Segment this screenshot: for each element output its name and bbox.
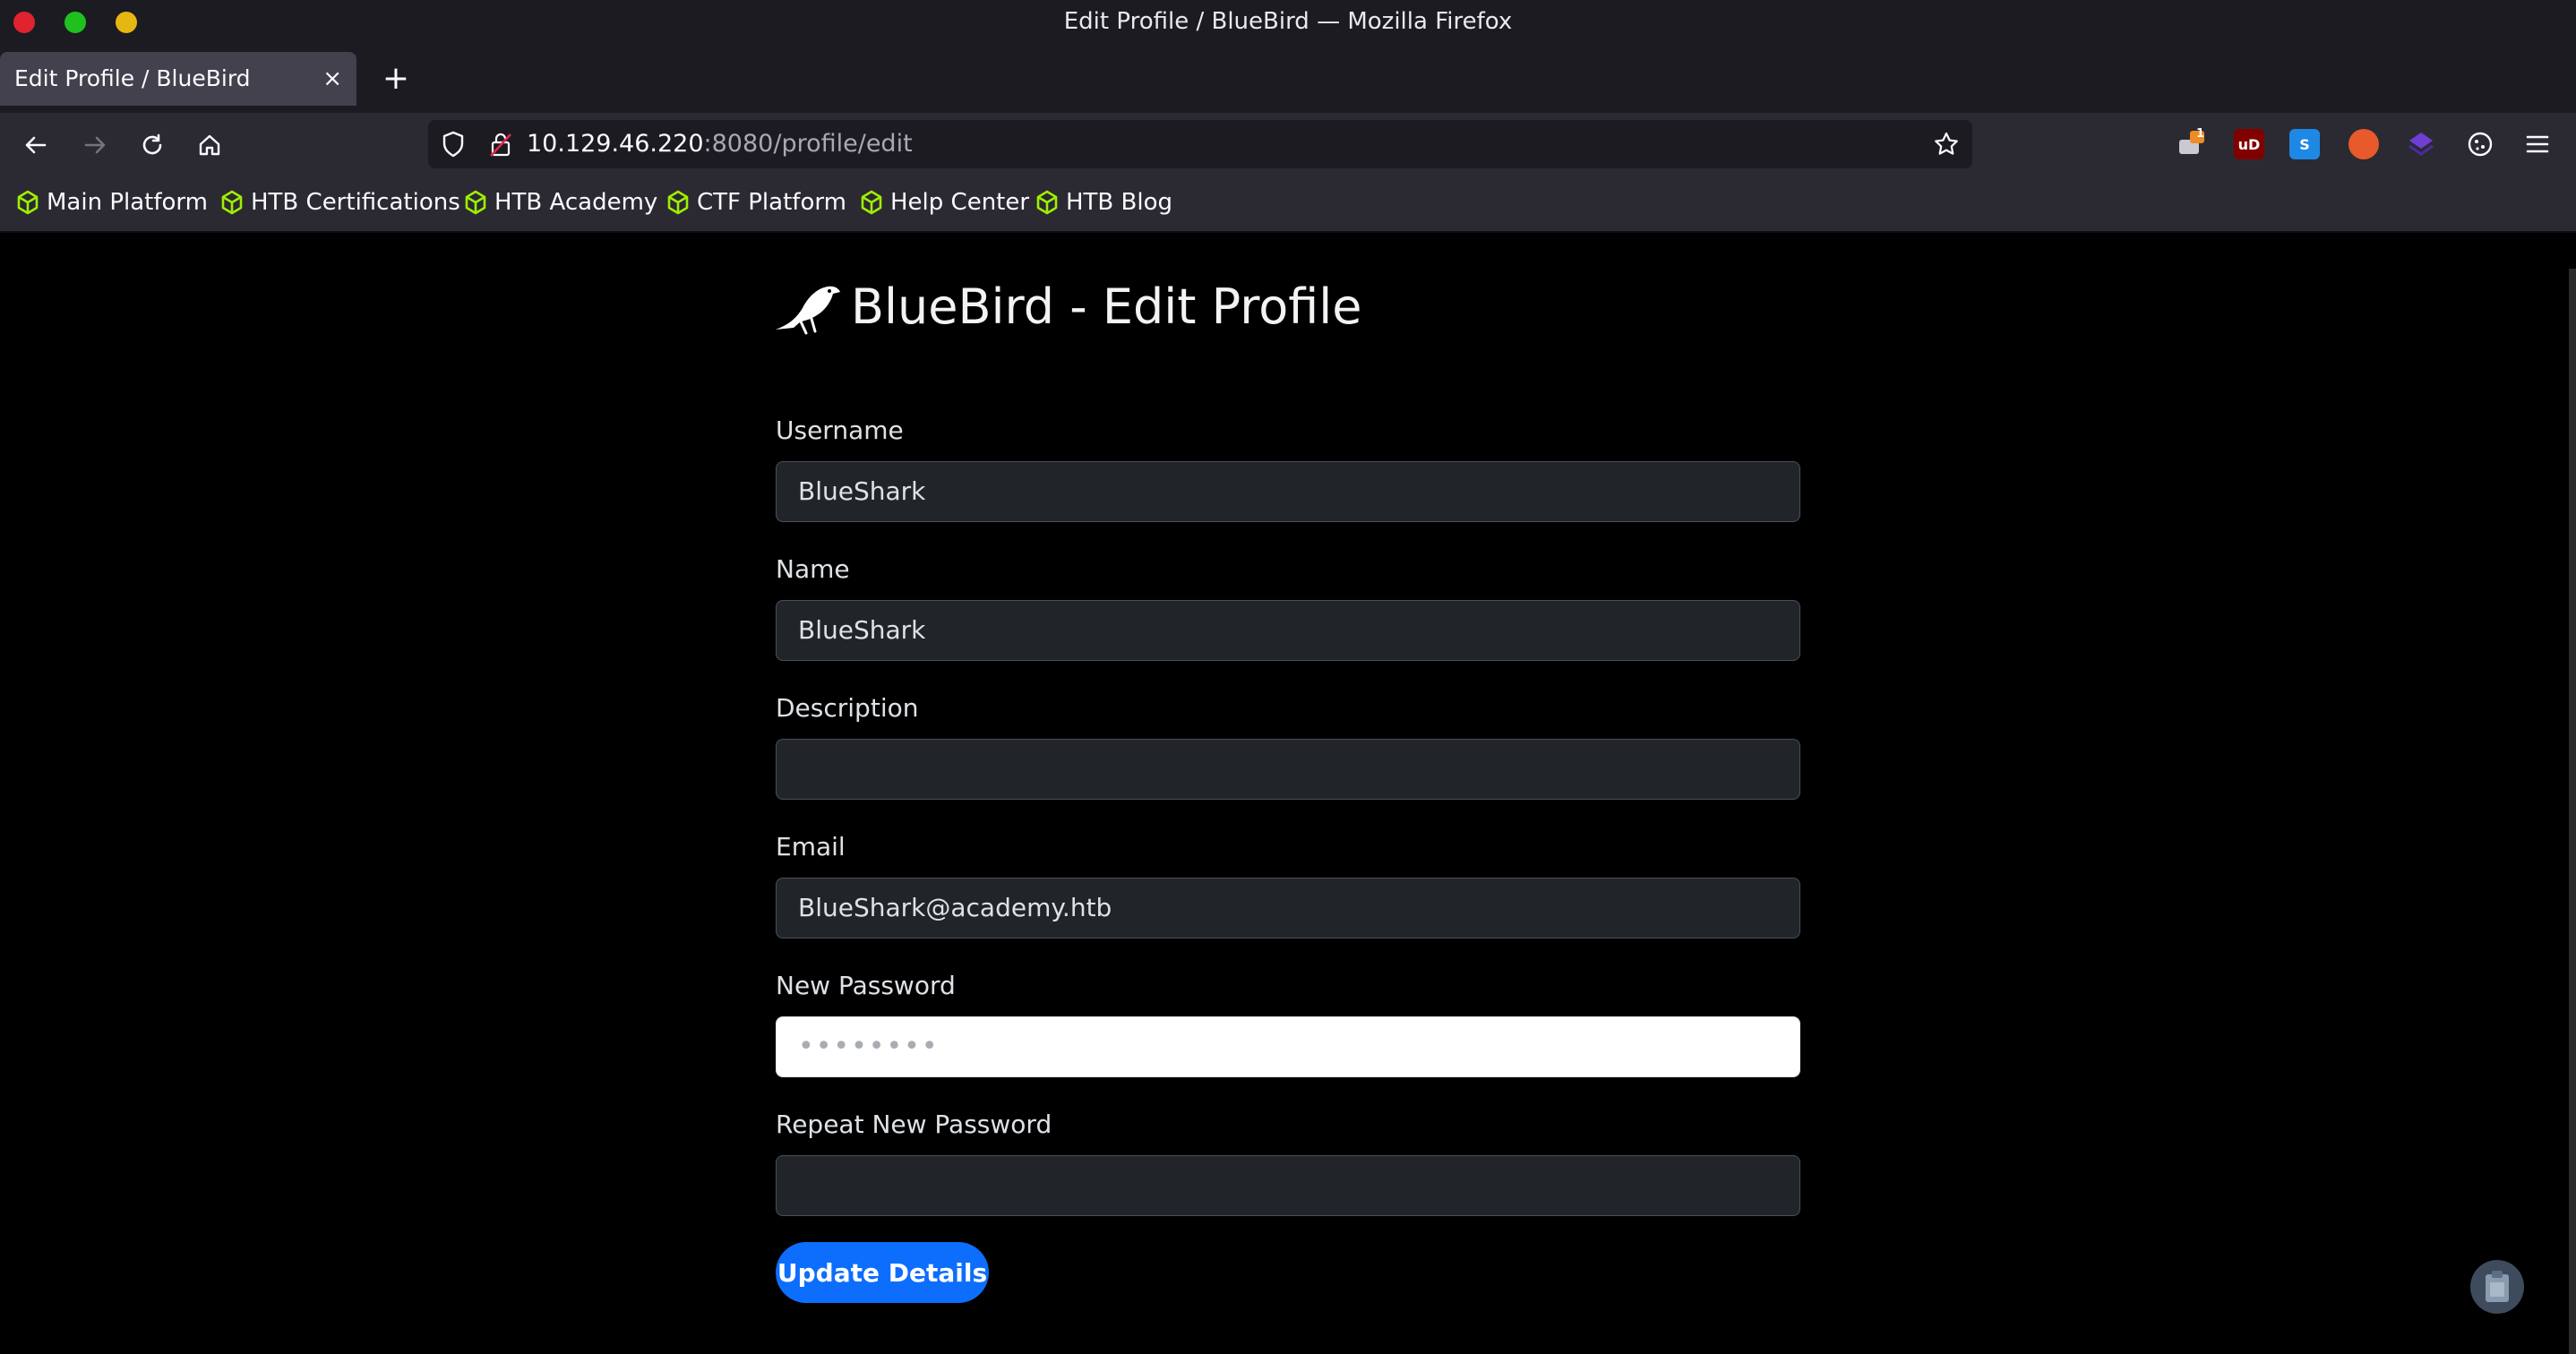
htb-cube-icon — [1036, 190, 1058, 215]
new-tab-button[interactable]: + — [374, 56, 417, 102]
navigation-toolbar: 10.129.46.220:8080/profile/edit 1 uD S — [0, 113, 2576, 177]
tracking-protection-shield-icon[interactable] — [441, 131, 466, 158]
foxyproxy-icon[interactable] — [2348, 129, 2379, 159]
wappalyzer-icon[interactable] — [2406, 129, 2436, 159]
email-value: BlueShark@academy.htb — [798, 893, 1112, 922]
bookmark-label: CTF Platform — [697, 189, 846, 216]
wappalyzer-diamond-icon — [2409, 133, 2434, 156]
username-label: Username — [776, 416, 904, 445]
repeat-password-label: Repeat New Password — [776, 1110, 1052, 1139]
s-extension-icon[interactable]: S — [2289, 129, 2320, 159]
bookmark-ctf-platform[interactable]: CTF Platform — [666, 177, 846, 227]
new-password-value: •••••••• — [798, 1031, 940, 1062]
new-password-label: New Password — [776, 971, 956, 1000]
extension-badge: 1 — [2196, 127, 2205, 141]
clipboard-button[interactable] — [2470, 1260, 2524, 1314]
description-label: Description — [776, 693, 919, 723]
htb-cube-icon — [667, 190, 689, 215]
htb-cube-icon — [465, 190, 486, 215]
insecure-lock-icon[interactable] — [489, 131, 512, 158]
notification-extension-icon[interactable]: 1 — [2175, 127, 2205, 159]
home-icon — [199, 134, 220, 156]
bookmark-main-platform[interactable]: Main Platform — [16, 177, 208, 227]
name-value: BlueShark — [798, 615, 926, 645]
window-titlebar: Edit Profile / BlueBird — Mozilla Firefo… — [0, 0, 2576, 43]
tab-edit-profile[interactable]: Edit Profile / BlueBird × — [0, 52, 356, 106]
username-field[interactable]: BlueShark — [776, 461, 1800, 522]
page-content: BlueBird - Edit Profile Username BlueSha… — [0, 233, 2576, 1354]
cookie-icon — [2468, 132, 2493, 157]
bluebird-logo-icon — [776, 286, 840, 335]
forward-button[interactable] — [75, 125, 115, 165]
bookmark-help-center[interactable]: Help Center — [860, 177, 1029, 227]
url-host: 10.129.46.220 — [527, 130, 704, 158]
tab-close-icon[interactable]: × — [322, 52, 342, 106]
description-field[interactable] — [776, 739, 1800, 800]
bookmark-star-icon[interactable] — [1933, 131, 1960, 158]
bookmark-htb-certifications[interactable]: HTB Certifications — [220, 177, 460, 227]
window-title: Edit Profile / BlueBird — Mozilla Firefo… — [1063, 8, 1513, 35]
htb-cube-icon — [861, 190, 882, 215]
bookmarks-toolbar: Main Platform HTB Certifications HTB Aca… — [0, 177, 2576, 233]
bookmark-htb-academy[interactable]: HTB Academy — [464, 177, 657, 227]
new-password-field[interactable]: •••••••• — [776, 1016, 1800, 1077]
htb-cube-icon — [221, 190, 243, 215]
bookmark-htb-blog[interactable]: HTB Blog — [1035, 177, 1172, 227]
url-text[interactable]: 10.129.46.220:8080/profile/edit — [527, 120, 913, 168]
bookmark-label: HTB Blog — [1066, 189, 1173, 216]
name-field[interactable]: BlueShark — [776, 600, 1800, 661]
reload-icon — [142, 133, 162, 155]
hamburger-menu-icon — [2526, 135, 2549, 153]
email-field[interactable]: BlueShark@academy.htb — [776, 878, 1800, 938]
username-value: BlueShark — [798, 476, 926, 506]
s-extension-label: S — [2299, 135, 2310, 153]
bookmark-label: HTB Certifications — [251, 189, 460, 216]
reload-button[interactable] — [133, 125, 172, 165]
back-arrow-icon — [25, 136, 47, 154]
bookmark-label: Main Platform — [47, 189, 208, 216]
bookmark-label: Help Center — [890, 189, 1030, 216]
update-details-button[interactable]: Update Details — [776, 1242, 989, 1303]
forward-arrow-icon — [84, 136, 106, 154]
tab-title: Edit Profile / BlueBird — [14, 65, 251, 91]
page-title: BlueBird - Edit Profile — [851, 278, 1362, 335]
repeat-password-field[interactable] — [776, 1155, 1800, 1216]
page-scrollbar[interactable] — [2569, 269, 2576, 1354]
menu-button[interactable] — [2522, 129, 2553, 159]
page-header: BlueBird - Edit Profile — [774, 278, 1362, 335]
name-label: Name — [776, 554, 850, 584]
url-path: :8080/profile/edit — [703, 130, 913, 158]
back-button[interactable] — [16, 125, 56, 165]
ublock-label: uD — [2237, 135, 2261, 153]
htb-cube-icon — [17, 190, 39, 215]
url-bar[interactable]: 10.129.46.220:8080/profile/edit — [428, 120, 1972, 168]
clipboard-icon — [2486, 1271, 2509, 1302]
bookmark-label: HTB Academy — [494, 189, 658, 216]
home-button[interactable] — [190, 125, 229, 165]
tab-strip: Edit Profile / BlueBird × + — [0, 43, 2576, 113]
cookie-editor-icon[interactable] — [2465, 129, 2495, 159]
email-label: Email — [776, 832, 846, 861]
ublock-origin-icon[interactable]: uD — [2234, 129, 2264, 159]
